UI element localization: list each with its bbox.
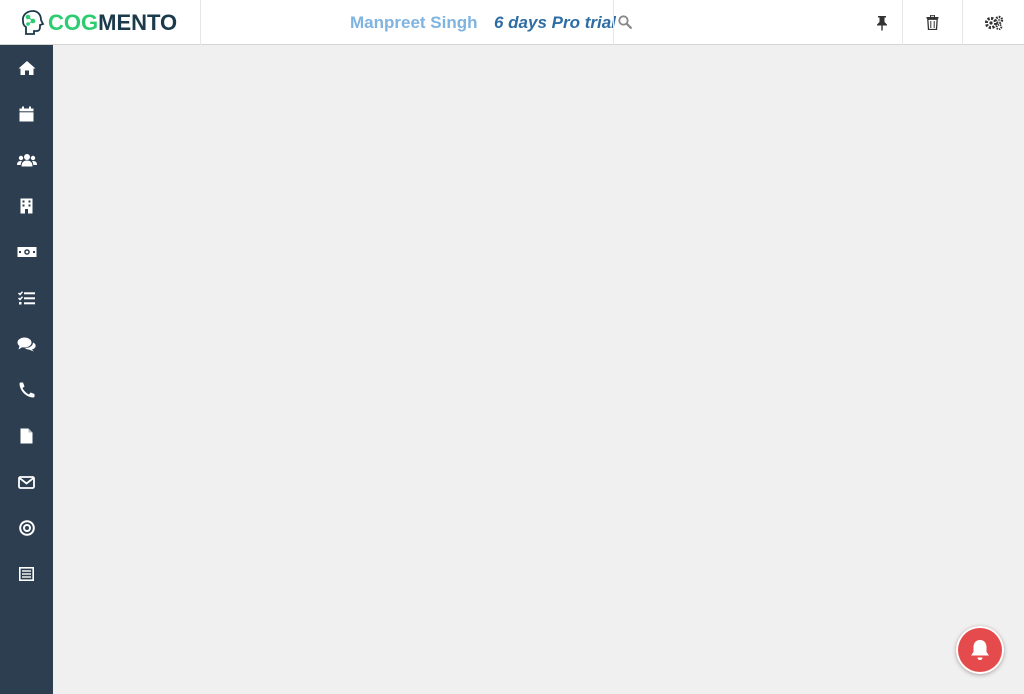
search-box[interactable]	[613, 0, 863, 45]
user-name-link[interactable]: Manpreet Singh	[350, 13, 478, 33]
logo-text-cog: COG	[48, 9, 99, 35]
phone-icon	[19, 382, 34, 398]
notification-bell-button[interactable]	[956, 626, 1004, 674]
trash-icon	[926, 15, 939, 30]
file-icon	[20, 428, 33, 444]
sidebar-item-tasks[interactable]	[0, 275, 53, 321]
sidebar-item-calendar[interactable]	[0, 91, 53, 137]
sidebar-item-companies[interactable]	[0, 183, 53, 229]
bell-icon	[971, 640, 989, 660]
sidebar-item-deals[interactable]	[0, 229, 53, 275]
search-icon[interactable]	[618, 15, 632, 34]
logo-text: COGMENTO	[48, 10, 177, 36]
sidebar-item-forms[interactable]	[0, 551, 53, 597]
users-icon	[16, 154, 37, 167]
sidebar-nav	[0, 45, 53, 694]
top-header-bar: COGMENTO Manpreet Singh 6 days Pro trial	[0, 0, 1024, 45]
sidebar-item-documents[interactable]	[0, 413, 53, 459]
settings-icon	[984, 15, 1003, 30]
logo-text-mento: MENTO	[98, 9, 178, 35]
pin-button[interactable]	[862, 0, 902, 45]
main-content	[53, 45, 1024, 694]
form-icon	[19, 567, 34, 581]
calendar-icon	[19, 106, 34, 122]
sidebar-item-cases[interactable]	[0, 321, 53, 367]
envelope-icon	[18, 475, 35, 489]
sidebar-item-home[interactable]	[0, 45, 53, 91]
trash-button[interactable]	[902, 0, 962, 45]
pro-trial-badge[interactable]: 6 days Pro trial	[494, 13, 616, 33]
building-icon	[20, 198, 33, 214]
sidebar-item-campaigns[interactable]	[0, 505, 53, 551]
sidebar-item-calls[interactable]	[0, 367, 53, 413]
sidebar-item-contacts[interactable]	[0, 137, 53, 183]
logo[interactable]: COGMENTO	[0, 0, 201, 45]
settings-button[interactable]	[962, 0, 1024, 45]
tasks-icon	[18, 291, 35, 305]
brain-logo-icon	[21, 9, 45, 35]
target-icon	[18, 520, 35, 536]
sidebar-item-email[interactable]	[0, 459, 53, 505]
pin-icon	[877, 15, 887, 30]
comments-icon	[17, 337, 36, 351]
money-icon	[17, 247, 36, 257]
home-icon	[18, 61, 35, 75]
